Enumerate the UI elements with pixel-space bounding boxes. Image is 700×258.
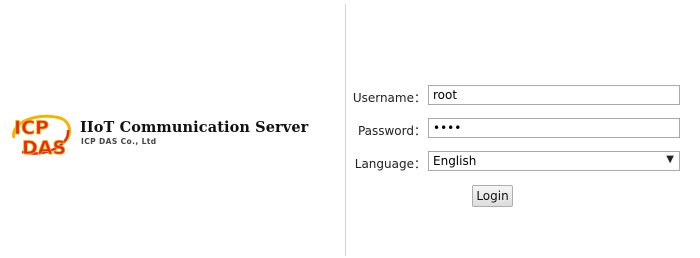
icp-das-logo: ICP DAS xyxy=(8,108,74,160)
password-input[interactable] xyxy=(428,118,680,138)
logo-text-bottom: DAS xyxy=(22,137,66,159)
password-label: Password： xyxy=(357,124,426,138)
language-selected-value: English xyxy=(433,154,477,168)
product-title: IIoT Communication Server xyxy=(80,119,309,136)
brand-block: ICP DAS IIoT Communication Server ICP DA… xyxy=(8,108,338,160)
username-row: Username： xyxy=(350,85,690,107)
logo-text-top: ICP xyxy=(14,117,49,139)
company-name: ICP DAS Co., Ltd xyxy=(81,137,157,146)
login-page: ICP DAS IIoT Communication Server ICP DA… xyxy=(0,0,700,258)
username-input[interactable] xyxy=(428,85,680,105)
username-label: Username： xyxy=(352,91,426,105)
language-select[interactable]: English ▼ xyxy=(428,151,680,171)
language-row: Language： English ▼ xyxy=(350,151,690,173)
language-label: Language： xyxy=(354,157,426,171)
vertical-divider xyxy=(345,4,346,256)
chevron-down-icon: ▼ xyxy=(666,154,674,165)
login-button[interactable]: Login xyxy=(472,185,513,207)
password-row: Password： xyxy=(350,118,690,140)
